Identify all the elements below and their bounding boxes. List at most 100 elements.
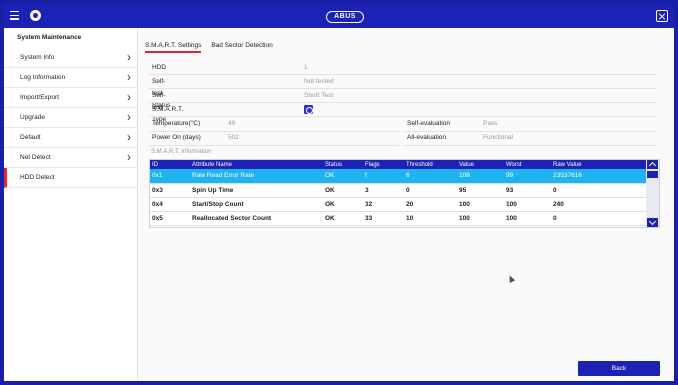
column-header-id[interactable]: ID [150,160,190,169]
table-row[interactable]: 0x3 Spin Up Time OK 3 0 95 93 0 [150,183,646,198]
cell-attribute-name: Raw Read Error Rate [190,169,323,184]
column-header-raw-value[interactable]: Raw Value [551,160,646,169]
sidebar-item-hdd-detect[interactable]: HDD Detect [4,168,137,188]
cell-id: 0x5 [150,211,190,226]
column-header-flags[interactable]: Flags [363,160,404,169]
sidebar-item-label: Default [20,134,41,141]
table-row[interactable]: 0x1 Raw Read Error Rate OK f 6 108 99 23… [150,169,646,184]
cell-flags: 33 [363,211,404,226]
mouse-cursor-icon [506,274,516,283]
all-evaluation-value: Functional [483,134,513,141]
smart-label: S.M.A.R.T. [152,106,184,113]
tab-bad-sector-detection[interactable]: Bad Sector Detection [211,42,272,51]
cell-id: 0x4 [150,197,190,212]
close-icon[interactable] [656,10,668,22]
column-header-status[interactable]: Status [323,160,363,169]
smart-info-table: ID Attribute Name Status Flags Threshold… [149,159,660,228]
hdd-select[interactable]: 1 [304,62,308,74]
sidebar-item-upgrade[interactable]: Upgrade › [4,108,137,128]
sidebar-item-label: Upgrade [20,114,45,121]
column-header-worst[interactable]: Worst [504,160,551,169]
sidebar: System Maintenance System Info › Log Inf… [4,28,138,381]
cell-flags: 3 [363,183,404,198]
sidebar-item-label: System Info [20,54,55,61]
cell-worst: 100 [504,197,551,212]
cell-status: OK [323,197,363,212]
cell-raw-value: 0 [551,183,646,198]
cell-threshold: 0 [404,183,457,198]
table-row[interactable]: 0x5 Reallocated Sector Count OK 33 10 10… [150,211,646,226]
cell-attribute-name: Reallocated Sector Count [190,211,323,226]
sidebar-item-net-detect[interactable]: Net Detect › [4,148,137,168]
column-header-threshold[interactable]: Threshold [404,160,457,169]
cell-status: OK [323,169,363,184]
column-header-attribute-name[interactable]: Attribute Name [190,160,323,169]
sidebar-item-label: Log Information [20,74,66,81]
divider [149,116,656,117]
app-window: ABUS System Maintenance System Info › Lo… [4,4,674,381]
hdd-label: HDD [152,64,167,71]
sidebar-item-label: Net Detect [20,154,51,161]
divider [404,131,656,132]
divider [149,88,656,89]
all-evaluation-label: All-evaluation [407,134,447,141]
cell-worst: 100 [504,211,551,226]
cell-attribute-name: Spin Up Time [190,183,323,198]
self-evaluation-label: Self-evaluation [407,120,450,127]
cell-id: 0x1 [150,169,190,184]
self-evaluation-value: Pass [483,120,498,127]
sidebar-item-system-info[interactable]: System Info › [4,48,137,68]
cell-threshold: 6 [404,169,457,184]
divider [149,102,656,103]
tab-bar: S.M.A.R.T. Settings Bad Sector Detection [145,42,281,56]
cell-value: 108 [457,169,504,184]
column-header-value[interactable]: Value [457,160,504,169]
smart-info-title: S.M.A.R.T. Information [151,149,212,155]
divider [149,145,399,146]
scroll-up-icon[interactable] [647,160,658,169]
chevron-right-icon: › [127,150,131,164]
table-scrollbar[interactable] [646,160,659,227]
sidebar-title: System Maintenance [17,34,82,41]
cell-flags: 32 [363,197,404,212]
cell-status: OK [323,211,363,226]
cell-worst: 93 [504,183,551,198]
top-bar: ABUS [4,4,674,28]
divider [149,131,399,132]
cell-attribute-name: Start/Stop Count [190,197,323,212]
divider [404,145,656,146]
smart-test-icon[interactable] [304,105,313,114]
settings-icon[interactable] [30,10,41,21]
self-test-type-select[interactable]: Short Test [304,90,333,102]
chevron-right-icon: › [127,70,131,84]
cell-flags: f [363,169,404,184]
scroll-thumb[interactable] [647,171,658,178]
divider [149,74,656,75]
cell-value: 95 [457,183,504,198]
chevron-right-icon: › [127,50,131,64]
chevron-right-icon: › [127,130,131,144]
power-on-value: 502 [228,134,239,141]
brand-logo: ABUS [326,11,364,23]
back-button[interactable]: Back [578,361,660,376]
sidebar-item-log-information[interactable]: Log Information › [4,68,137,88]
self-test-status-value: Not tested [304,78,334,85]
cell-status: OK [323,183,363,198]
power-on-label: Power On (days) [152,134,201,141]
sidebar-item-label: HDD Detect [20,174,55,181]
tab-smart-settings[interactable]: S.M.A.R.T. Settings [145,42,202,53]
sidebar-item-label: Import/Export [20,94,60,101]
temperature-label: Temperature(°C) [152,120,201,127]
cell-raw-value: 240 [551,197,646,212]
sidebar-item-default[interactable]: Default › [4,128,137,148]
cell-value: 100 [457,211,504,226]
cell-id: 0x3 [150,183,190,198]
menu-icon[interactable] [10,11,19,20]
cell-threshold: 10 [404,211,457,226]
scroll-down-icon[interactable] [647,218,658,227]
sidebar-item-import-export[interactable]: Import/Export › [4,88,137,108]
main-panel: S.M.A.R.T. Settings Bad Sector Detection… [139,28,674,381]
cell-value: 100 [457,197,504,212]
cell-threshold: 20 [404,197,457,212]
table-row[interactable]: 0x4 Start/Stop Count OK 32 20 100 100 24… [150,197,646,212]
